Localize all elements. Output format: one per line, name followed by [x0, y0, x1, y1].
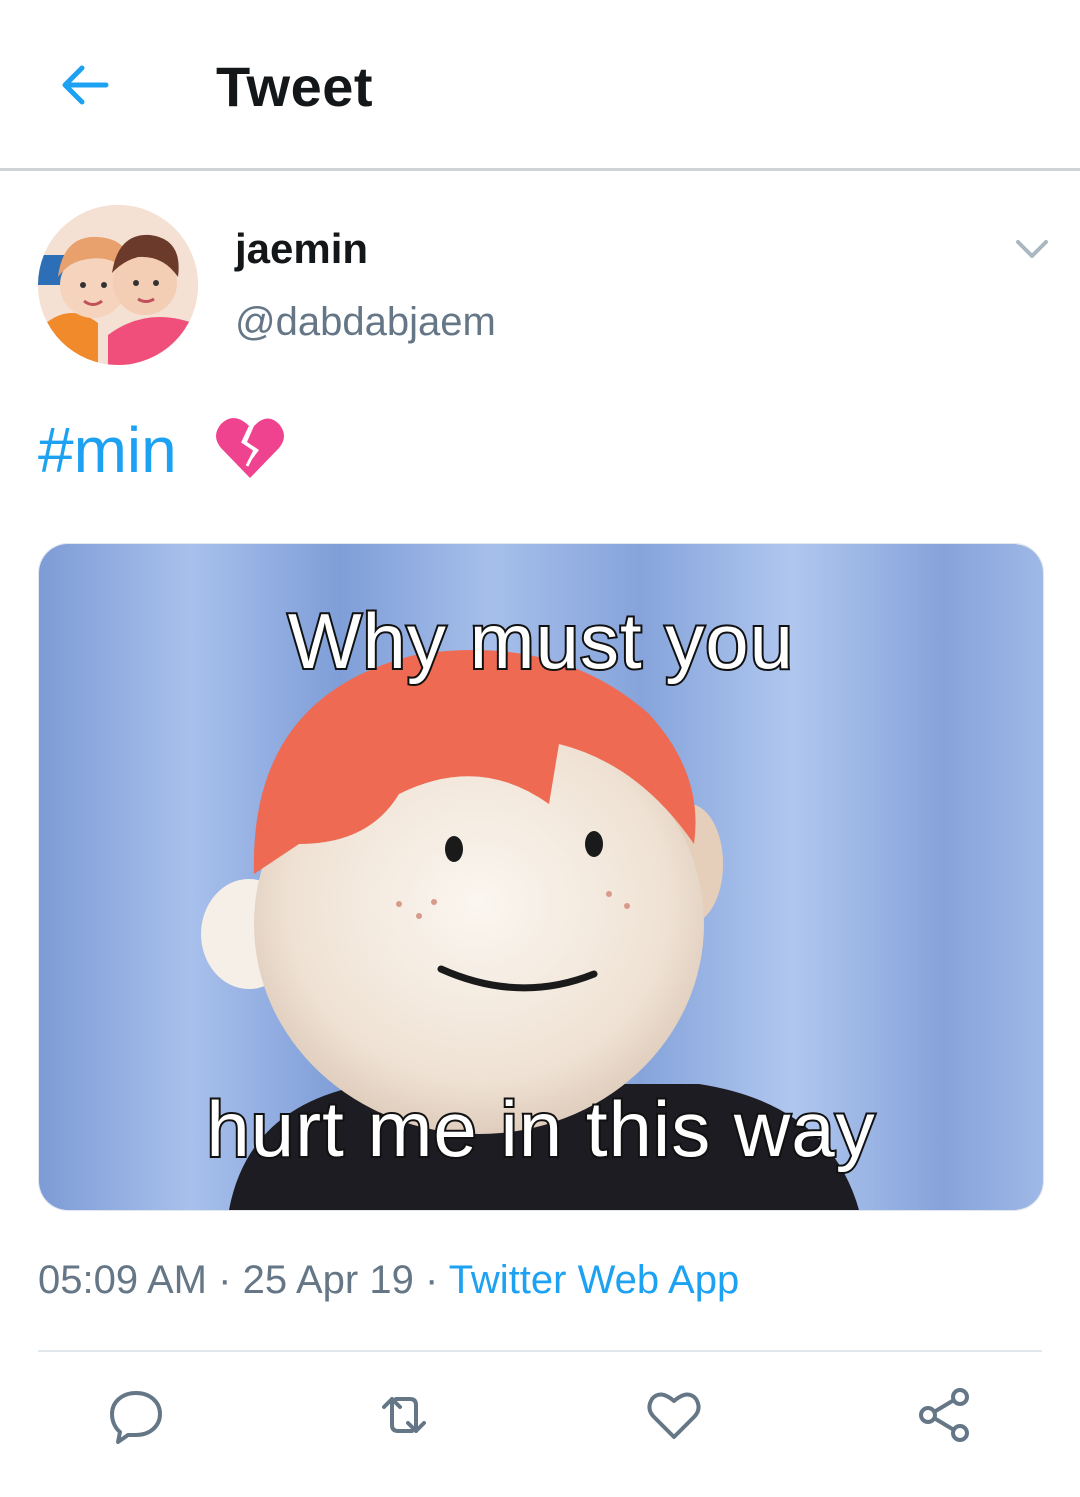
share-icon [919, 1388, 969, 1442]
meme-caption-bottom: hurt me in this way [204, 1083, 876, 1175]
top-app-bar: Tweet [0, 0, 1080, 171]
arrow-left-icon [62, 65, 109, 105]
more-options-button[interactable] [1010, 230, 1054, 270]
share-button[interactable] [914, 1385, 974, 1445]
display-name[interactable]: jaemin [235, 225, 368, 273]
tweet-source-link[interactable]: Twitter Web App [449, 1258, 740, 1302]
tweet-text: #min [38, 410, 287, 490]
meta-separator: · [218, 1258, 232, 1302]
back-button[interactable] [56, 56, 114, 114]
avatar[interactable] [38, 205, 198, 365]
chevron-down-icon [1016, 240, 1048, 258]
hashtag-link[interactable]: #min [38, 414, 177, 486]
reply-icon [110, 1391, 162, 1444]
reply-button[interactable] [106, 1385, 166, 1445]
retweet-icon [382, 1397, 426, 1433]
broken-heart-icon [215, 418, 284, 478]
tweet-metadata: 05:09 AM · 25 Apr 19 · Twitter Web App [38, 1258, 739, 1303]
page-title: Tweet [216, 55, 374, 118]
meta-separator: · [424, 1258, 439, 1302]
user-handle[interactable]: @dabdabjaem [235, 300, 496, 345]
tweet-image[interactable]: Why must you hurt me in this way [38, 543, 1044, 1211]
meme-caption-top: Why must you [286, 595, 795, 687]
retweet-button[interactable] [374, 1385, 434, 1445]
profile-photo [38, 205, 198, 365]
divider [38, 1350, 1042, 1352]
tweet-time: 05:09 AM [38, 1258, 208, 1302]
tweet-date: 25 Apr 19 [242, 1258, 414, 1302]
like-icon [647, 1392, 701, 1439]
like-button[interactable] [644, 1385, 704, 1445]
